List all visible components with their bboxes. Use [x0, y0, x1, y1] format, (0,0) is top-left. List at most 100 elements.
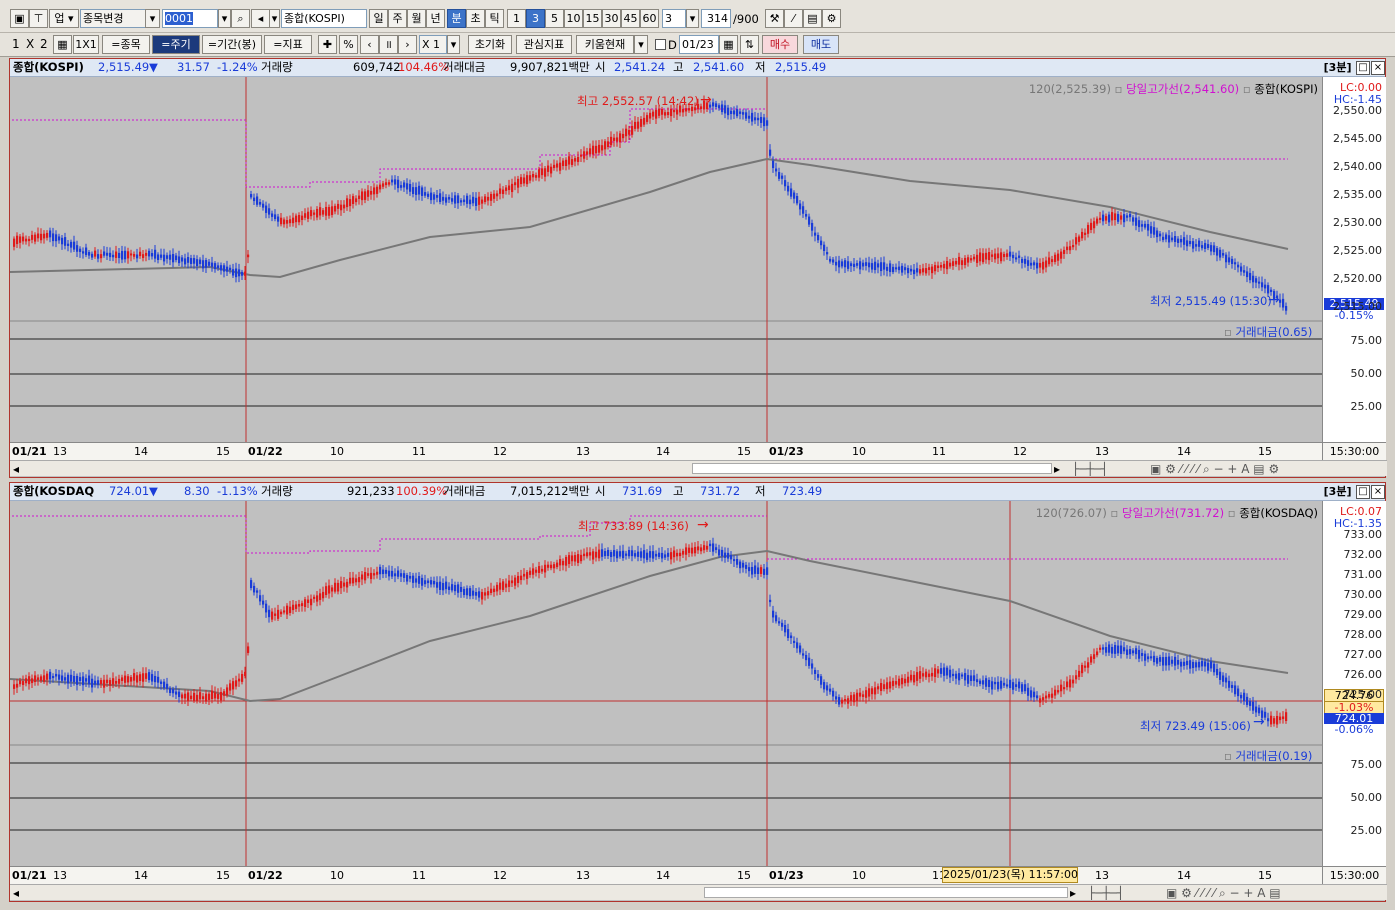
period-week[interactable]: 주 — [388, 9, 407, 28]
kiwoom-current-button[interactable]: 키움현재 — [576, 35, 634, 54]
candle — [229, 683, 232, 691]
d-checkbox[interactable] — [655, 39, 666, 50]
candle — [262, 203, 265, 208]
count-input[interactable]: 314 — [701, 9, 731, 28]
candle — [124, 675, 127, 683]
zoom-slider-icon[interactable]: ├─┼─┤ — [1072, 462, 1108, 476]
candle — [1153, 655, 1156, 663]
indicator-button[interactable]: =지표 — [264, 35, 312, 54]
calendar-icon[interactable]: ▦ — [719, 35, 738, 54]
candle — [490, 194, 493, 201]
interval-input[interactable]: 3 — [662, 9, 686, 28]
minute-3[interactable]: 3 — [526, 9, 545, 28]
search-icon[interactable]: ⌕ — [231, 9, 250, 28]
candle — [1090, 656, 1093, 663]
minute-60[interactable]: 60 — [640, 9, 659, 28]
candle — [1222, 675, 1225, 682]
period-second[interactable]: 초 — [466, 9, 485, 28]
scroll-right-icon[interactable]: ▸ — [1054, 462, 1060, 476]
save-icon[interactable]: ▤ — [803, 9, 822, 28]
buy-button[interactable]: 매수 — [762, 35, 798, 54]
next-icon[interactable]: › — [398, 35, 417, 54]
minute-30[interactable]: 30 — [602, 9, 621, 28]
kosdaq-vol-pct: 100.39% — [396, 484, 448, 498]
candle — [16, 235, 19, 245]
candle — [325, 206, 328, 216]
date-input[interactable]: 01/23 — [679, 35, 719, 54]
layout-1[interactable]: 1 — [12, 37, 20, 51]
chevron-down-icon[interactable]: ▾ — [634, 35, 648, 54]
candle — [364, 572, 367, 581]
kosdaq-pct: -1.13% — [217, 484, 258, 498]
minute-10[interactable]: 10 — [564, 9, 583, 28]
candle — [961, 674, 964, 677]
kosdaq-scrollbar[interactable]: ◂ ▸ ├─┼─┤ ▣ ⚙ ⁄ ⁄ ⁄ ⁄ ⌕ − + A ▤ — [10, 884, 1387, 900]
crosshair-icon[interactable]: ✚ — [318, 35, 337, 54]
code-input[interactable]: 0001 — [162, 9, 218, 28]
candle — [1279, 716, 1282, 721]
chart-tools-icon[interactable]: ▣ ⚙ ⁄ ⁄ ⁄ ⁄ ⌕ − + A ▤ ⚙ — [1150, 462, 1279, 476]
date-tick-label: 12 — [493, 445, 507, 458]
minute-15[interactable]: 15 — [583, 9, 602, 28]
kosdaq-chart[interactable]: →→ — [10, 501, 1322, 866]
scroll-thumb[interactable] — [704, 887, 1068, 898]
reset-button[interactable]: 초기화 — [468, 35, 512, 54]
date-tick-label: 15 — [1258, 445, 1272, 458]
chevron-down-icon[interactable]: ▾ — [218, 9, 231, 28]
scroll-thumb[interactable] — [692, 463, 1052, 474]
layout-1x1-button[interactable]: 1X1 — [73, 35, 99, 54]
candle — [925, 268, 928, 274]
chevron-down-icon[interactable]: ▾ — [447, 35, 460, 54]
minute-1[interactable]: 1 — [507, 9, 526, 28]
scroll-right-icon[interactable]: ▸ — [1070, 886, 1076, 900]
scroll-left-icon[interactable]: ◂ — [13, 886, 19, 900]
candle — [277, 216, 280, 222]
minute-5[interactable]: 5 — [545, 9, 564, 28]
candle — [1135, 648, 1138, 655]
tools-icon[interactable]: ⚒ — [765, 9, 784, 28]
candle — [715, 547, 718, 550]
period-year[interactable]: 년 — [426, 9, 445, 28]
pin-icon[interactable]: ⊤ — [29, 9, 48, 28]
maximize-icon[interactable]: □ — [1356, 61, 1370, 75]
close-icon[interactable]: × — [1371, 485, 1385, 499]
candle — [109, 252, 112, 258]
chart-tools-icon[interactable]: ▣ ⚙ ⁄ ⁄ ⁄ ⁄ ⌕ − + A ▤ — [1166, 886, 1281, 900]
multiplier-select[interactable]: X 1 — [419, 35, 447, 54]
interest-indicator-button[interactable]: 관심지표 — [516, 35, 572, 54]
date-tick-label: 14 — [656, 869, 670, 882]
period-month[interactable]: 월 — [407, 9, 426, 28]
grid-icon[interactable]: ▦ — [53, 35, 72, 54]
candle — [727, 107, 730, 116]
chevron-down-icon[interactable]: ▾ — [269, 9, 280, 28]
pause-icon[interactable]: ॥ — [379, 35, 398, 54]
gear-icon[interactable]: ⚙ — [822, 9, 841, 28]
layout-x[interactable]: X — [26, 37, 34, 51]
minute-45[interactable]: 45 — [621, 9, 640, 28]
period-tick[interactable]: 틱 — [485, 9, 504, 28]
chevron-down-icon[interactable]: ▾ — [145, 9, 160, 28]
kosdaq-title: 종합(KOSDAQ — [13, 484, 95, 498]
scroll-left-icon[interactable]: ◂ — [13, 462, 19, 476]
percent-button[interactable]: % — [339, 35, 358, 54]
period-day[interactable]: 일 — [369, 9, 388, 28]
link-icon[interactable]: ⇅ — [740, 35, 759, 54]
prev-icon[interactable]: ‹ — [360, 35, 379, 54]
range-button[interactable]: =기간(봉) — [202, 35, 262, 54]
close-icon[interactable]: × — [1371, 61, 1385, 75]
chevron-down-icon[interactable]: ▾ — [686, 9, 699, 28]
period-minute[interactable]: 분 — [447, 9, 466, 28]
maximize-icon[interactable]: □ — [1356, 485, 1370, 499]
draw-icon[interactable]: ⁄ — [784, 9, 803, 28]
kospi-scrollbar[interactable]: ◂ ▸ ├─┼─┤ ▣ ⚙ ⁄ ⁄ ⁄ ⁄ ⌕ − + A ▤ ⚙ — [10, 460, 1387, 476]
zoom-slider-icon[interactable]: ├─┼─┤ — [1088, 886, 1124, 900]
kospi-chart[interactable]: →→ — [10, 77, 1322, 442]
market-select[interactable]: 업 ▾ — [49, 9, 79, 28]
candle — [1048, 257, 1051, 265]
speaker-icon[interactable]: ◂ — [251, 9, 270, 28]
sell-button[interactable]: 매도 — [803, 35, 839, 54]
period-button[interactable]: =주기 — [152, 35, 200, 54]
stock-button[interactable]: =종목 — [102, 35, 150, 54]
window-icon[interactable]: ▣ — [10, 9, 29, 28]
layout-2[interactable]: 2 — [40, 37, 48, 51]
